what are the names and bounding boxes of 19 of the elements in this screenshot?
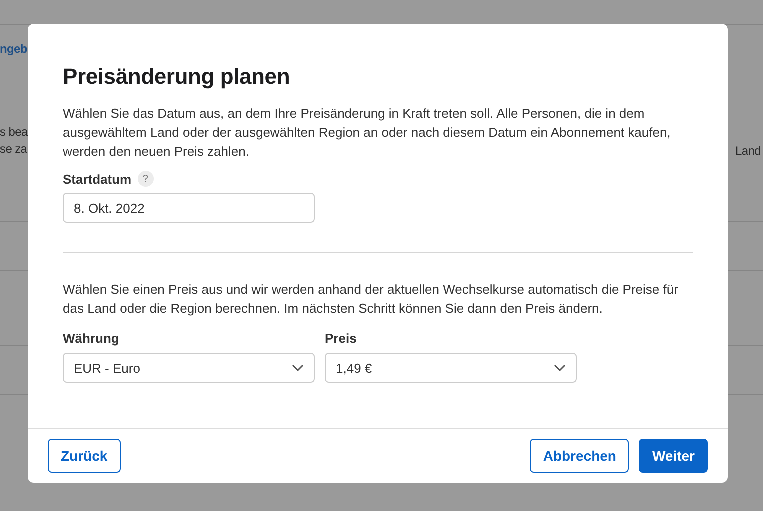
field-label: Preis (325, 331, 358, 346)
background-link[interactable]: ngeb (0, 42, 28, 56)
background-text: Land (736, 143, 761, 160)
field-label: Währung (63, 331, 120, 346)
help-icon[interactable]: ? (138, 171, 154, 187)
background-text: se za (0, 141, 28, 158)
dialog-title: Preisänderung planen (63, 64, 292, 90)
dialog-button[interactable]: Weiter (639, 439, 708, 473)
field-label: Startdatum (63, 172, 132, 186)
description-text: Wählen Sie das Datum aus, an dem Ihre Preisänderung in Kraft treten soll. Alle Personen, die in dem ausgewähltem Land oder der ausgewählten Region an oder nach diesem Datum ein Abonnement kaufen, werden den neuen Preis zahlen. (63, 105, 672, 161)
date-field[interactable]: 8. Okt. 2022 (63, 193, 315, 223)
chevron-down-icon (292, 364, 304, 372)
dialog-button[interactable]: Zurück (48, 439, 121, 473)
chevron-down-icon (554, 364, 566, 372)
background-text: s bea (0, 124, 28, 141)
description-text: Wählen Sie einen Preis aus und wir werden anhand der aktuellen Wechselkurse automatisch die Preise für das Land oder die Region berechnen. Im nächsten Schritt können Sie dann den Preis ändern. (63, 281, 680, 318)
dropdown-field[interactable]: EUR - Euro (63, 353, 315, 383)
dialog-button[interactable]: Abbrechen (530, 439, 630, 473)
dropdown-field[interactable]: 1,49 € (325, 353, 577, 383)
